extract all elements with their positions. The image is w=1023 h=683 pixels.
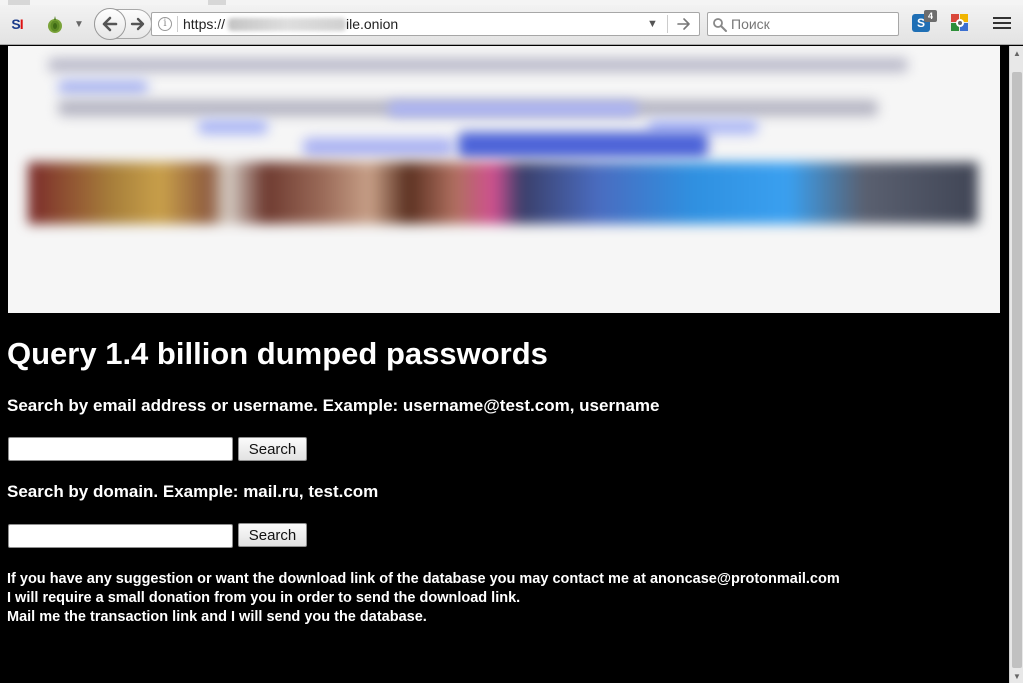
- domain-search-button[interactable]: Search: [238, 523, 307, 547]
- url-prefix: https://: [183, 16, 226, 32]
- browser-search-input[interactable]: Поиск: [707, 12, 899, 36]
- donation-note: I will require a small donation from you…: [7, 590, 521, 606]
- url-divider: [177, 16, 178, 32]
- domain-search-input[interactable]: [8, 524, 233, 548]
- scroll-down-icon[interactable]: ▼: [1013, 672, 1021, 681]
- info-icon[interactable]: i: [158, 17, 172, 31]
- extension-badge: 4: [924, 10, 937, 22]
- url-bar[interactable]: i https:// ile.onion ▼: [151, 12, 700, 36]
- gear-extension-icon[interactable]: [950, 13, 970, 33]
- scroll-up-icon[interactable]: ▲: [1013, 49, 1021, 58]
- vertical-scrollbar[interactable]: ▲ ▼: [1009, 46, 1023, 683]
- blurred-link: [388, 102, 638, 116]
- redacted-url-part: [228, 18, 346, 31]
- domain-search-label: Search by domain. Example: mail.ru, test…: [7, 482, 379, 501]
- url-history-dropdown-icon[interactable]: ▼: [647, 15, 659, 33]
- si-icon[interactable]: SI: [6, 14, 28, 34]
- transaction-note: Mail me the transaction link and I will …: [7, 609, 427, 625]
- url-suffix: ile.onion: [346, 16, 399, 32]
- blurred-image-strip: [28, 162, 978, 224]
- blurred-text: [48, 58, 908, 72]
- blurred-link: [58, 80, 148, 94]
- go-arrow-icon[interactable]: [674, 14, 694, 34]
- email-search-button[interactable]: Search: [238, 437, 307, 461]
- email-search-input[interactable]: [8, 437, 233, 461]
- url-divider-2: [667, 15, 668, 33]
- browser-toolbar: SI ▼ i https:// ile.onion ▼ Поиск S 4: [0, 0, 1023, 45]
- dropdown-icon[interactable]: ▼: [72, 14, 86, 34]
- onion-icon[interactable]: [44, 13, 66, 35]
- page-title: Query 1.4 billion dumped passwords: [7, 336, 548, 371]
- blurred-link: [303, 138, 453, 156]
- search-icon: [712, 17, 728, 33]
- search-placeholder: Поиск: [731, 16, 770, 32]
- blurred-button: [458, 132, 708, 158]
- forward-icon[interactable]: [128, 12, 148, 36]
- redacted-banner: [8, 46, 1000, 313]
- email-search-label: Search by email address or username. Exa…: [7, 396, 660, 415]
- blurred-link: [198, 120, 268, 134]
- tab-strip: [0, 0, 1023, 5]
- scrollbar-thumb[interactable]: [1012, 72, 1022, 668]
- hamburger-menu-icon[interactable]: [993, 14, 1011, 32]
- page-content: Query 1.4 billion dumped passwords Searc…: [0, 46, 1009, 683]
- contact-note: If you have any suggestion or want the d…: [7, 571, 840, 587]
- back-icon[interactable]: [94, 8, 126, 40]
